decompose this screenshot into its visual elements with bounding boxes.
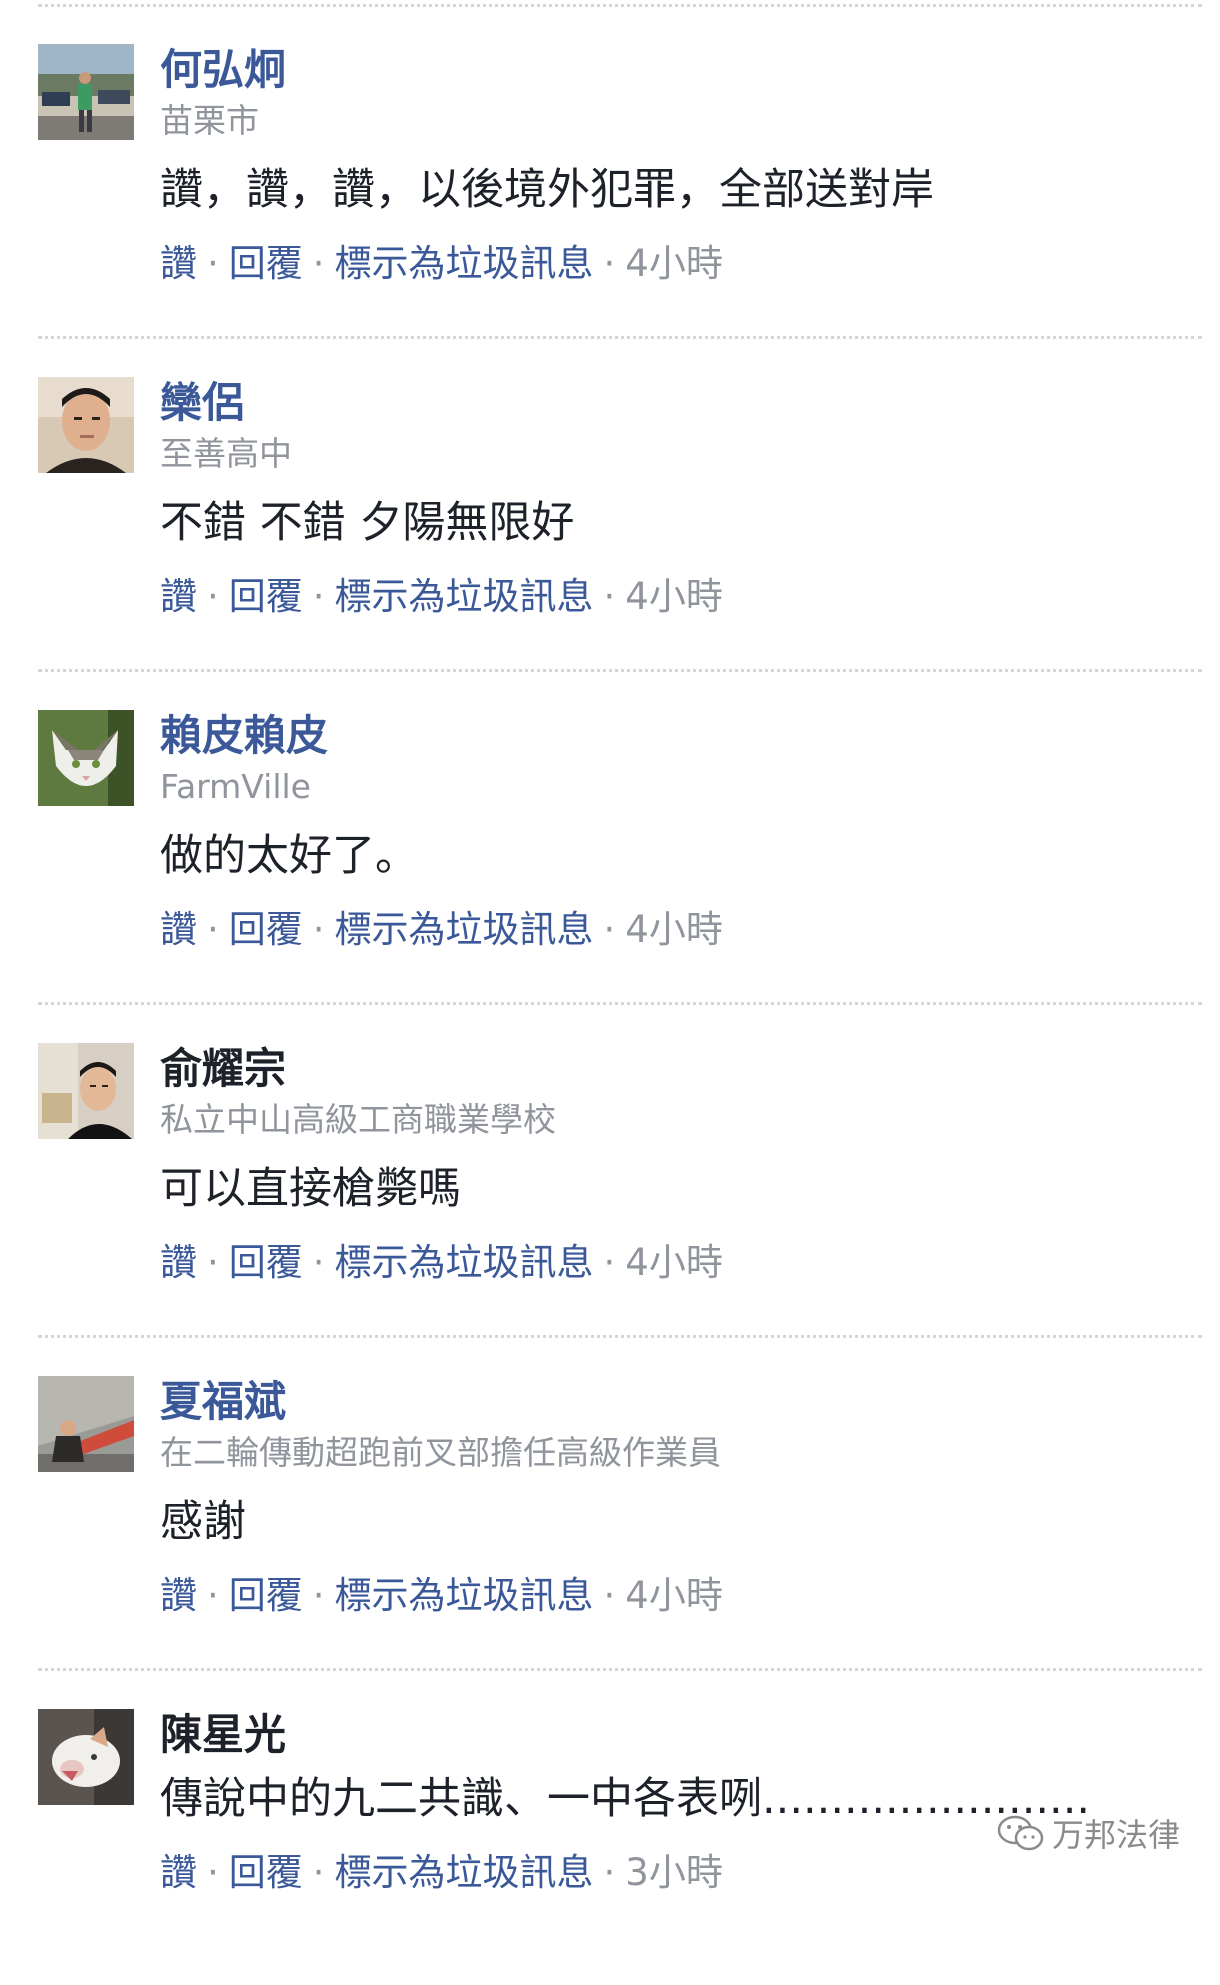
timestamp[interactable]: 4小時 bbox=[625, 1574, 723, 1617]
avatar-photo bbox=[38, 1043, 134, 1139]
mark-spam-link[interactable]: 標示為垃圾訊息 bbox=[335, 1574, 594, 1617]
like-link[interactable]: 讚 bbox=[160, 575, 197, 618]
commenter-subtitle: 私立中山高級工商職業學校 bbox=[160, 1100, 556, 1139]
comment-item: 何弘炯 苗栗市 讚，讚，讚，以後境外犯罪，全部送對岸 讚 · 回覆 · 標示為垃圾訊息 ·… bbox=[0, 0, 1220, 320]
avatar-photo bbox=[38, 710, 134, 806]
reply-link[interactable]: 回覆 bbox=[229, 1241, 303, 1284]
timestamp[interactable]: 4小時 bbox=[625, 1241, 723, 1284]
separator-dot: · bbox=[603, 575, 616, 618]
comment-text: 可以直接槍斃嗎 bbox=[160, 1164, 461, 1214]
comment-actions: 讚 · 回覆 · 標示為垃圾訊息 · 4小時 bbox=[160, 240, 723, 288]
avatar-photo bbox=[38, 1709, 134, 1805]
separator-dot: · bbox=[207, 1574, 219, 1617]
separator-dot: · bbox=[603, 1851, 616, 1894]
comment-item: 俞耀宗 私立中山高級工商職業學校 可以直接槍斃嗎 讚 · 回覆 · 標示為垃圾訊息 · 4小… bbox=[0, 999, 1220, 1319]
watermark-text: 万邦法律 bbox=[1051, 1816, 1180, 1854]
timestamp[interactable]: 4小時 bbox=[625, 575, 723, 618]
avatar[interactable] bbox=[38, 377, 134, 473]
timestamp[interactable]: 4小時 bbox=[625, 242, 723, 285]
separator-dot: · bbox=[312, 1851, 325, 1894]
commenter-name[interactable]: 陳星光 bbox=[160, 1709, 286, 1761]
mark-spam-link[interactable]: 標示為垃圾訊息 bbox=[335, 575, 594, 618]
comment-item: 夏福斌 在二輪傳動超跑前叉部擔任高級作業員 感謝 讚 · 回覆 · 標示為垃圾訊息 · 4小… bbox=[0, 1332, 1220, 1652]
separator-dot: · bbox=[312, 242, 325, 285]
separator-dot: · bbox=[603, 242, 616, 285]
comment-actions: 讚 · 回覆 · 標示為垃圾訊息 · 4小時 bbox=[160, 1239, 723, 1287]
reply-link[interactable]: 回覆 bbox=[229, 1574, 303, 1617]
commenter-subtitle: FarmVille bbox=[160, 767, 311, 806]
separator-dot: · bbox=[312, 1241, 325, 1284]
separator-dot: · bbox=[603, 1241, 616, 1284]
separator-dot: · bbox=[312, 1574, 325, 1617]
comment-text: 感謝 bbox=[160, 1497, 246, 1547]
comment-actions: 讚 · 回覆 · 標示為垃圾訊息 · 4小時 bbox=[160, 573, 723, 621]
mark-spam-link[interactable]: 標示為垃圾訊息 bbox=[335, 242, 594, 285]
separator-dot: · bbox=[312, 575, 325, 618]
like-link[interactable]: 讚 bbox=[160, 1574, 197, 1617]
avatar[interactable] bbox=[38, 44, 134, 140]
separator-dot: · bbox=[603, 1574, 616, 1617]
comment-actions: 讚 · 回覆 · 標示為垃圾訊息 · 4小時 bbox=[160, 1572, 723, 1620]
comment-actions: 讚 · 回覆 · 標示為垃圾訊息 · 4小時 bbox=[160, 906, 723, 954]
comment-item: 欒侶 至善高中 不錯 不錯 夕陽無限好 讚 · 回覆 · 標示為垃圾訊息 · 4小時 bbox=[0, 333, 1220, 653]
commenter-subtitle: 至善高中 bbox=[160, 434, 292, 473]
commenter-name[interactable]: 欒侶 bbox=[160, 377, 244, 429]
watermark: 万邦法律 bbox=[996, 1810, 1180, 1856]
like-link[interactable]: 讚 bbox=[160, 1851, 197, 1894]
comment-text: 做的太好了。 bbox=[160, 831, 418, 881]
avatar-photo bbox=[38, 377, 134, 473]
reply-link[interactable]: 回覆 bbox=[229, 1851, 303, 1894]
commenter-name[interactable]: 賴皮賴皮 bbox=[160, 710, 328, 762]
avatar-photo bbox=[38, 44, 134, 140]
avatar-photo bbox=[38, 1376, 134, 1472]
mark-spam-link[interactable]: 標示為垃圾訊息 bbox=[335, 1241, 594, 1284]
comment-feed: 何弘炯 苗栗市 讚，讚，讚，以後境外犯罪，全部送對岸 讚 · 回覆 · 標示為垃圾訊息 ·… bbox=[0, 0, 1220, 1894]
reply-link[interactable]: 回覆 bbox=[229, 908, 303, 951]
commenter-subtitle: 在二輪傳動超跑前叉部擔任高級作業員 bbox=[160, 1433, 721, 1472]
comment-actions: 讚 · 回覆 · 標示為垃圾訊息 · 3小時 bbox=[160, 1849, 723, 1897]
wechat-icon bbox=[997, 1815, 1044, 1851]
comment-text: 傳說中的九二共識、一中各表咧........................ bbox=[160, 1774, 1091, 1824]
avatar[interactable] bbox=[38, 710, 134, 806]
reply-link[interactable]: 回覆 bbox=[229, 242, 303, 285]
separator-dot: · bbox=[603, 908, 616, 951]
comment-item: 賴皮賴皮 FarmVille 做的太好了。 讚 · 回覆 · 標示為垃圾訊息 · 4小時 bbox=[0, 666, 1220, 986]
commenter-name[interactable]: 何弘炯 bbox=[160, 44, 286, 96]
separator-dot: · bbox=[207, 242, 219, 285]
timestamp[interactable]: 3小時 bbox=[625, 1851, 723, 1894]
commenter-name[interactable]: 俞耀宗 bbox=[160, 1043, 286, 1095]
comment-text: 讚，讚，讚，以後境外犯罪，全部送對岸 bbox=[160, 165, 934, 215]
commenter-name[interactable]: 夏福斌 bbox=[160, 1376, 286, 1428]
separator-dot: · bbox=[207, 575, 219, 618]
commenter-subtitle: 苗栗市 bbox=[160, 101, 259, 140]
mark-spam-link[interactable]: 標示為垃圾訊息 bbox=[335, 908, 594, 951]
reply-link[interactable]: 回覆 bbox=[229, 575, 303, 618]
like-link[interactable]: 讚 bbox=[160, 908, 197, 951]
like-link[interactable]: 讚 bbox=[160, 242, 197, 285]
avatar[interactable] bbox=[38, 1043, 134, 1139]
timestamp[interactable]: 4小時 bbox=[625, 908, 723, 951]
mark-spam-link[interactable]: 標示為垃圾訊息 bbox=[335, 1851, 594, 1894]
separator-dot: · bbox=[207, 908, 219, 951]
like-link[interactable]: 讚 bbox=[160, 1241, 197, 1284]
avatar[interactable] bbox=[38, 1709, 134, 1805]
separator-dot: · bbox=[207, 1241, 219, 1284]
separator-dot: · bbox=[207, 1851, 219, 1894]
comment-text: 不錯 不錯 夕陽無限好 bbox=[160, 498, 575, 548]
separator-dot: · bbox=[312, 908, 325, 951]
avatar[interactable] bbox=[38, 1376, 134, 1472]
